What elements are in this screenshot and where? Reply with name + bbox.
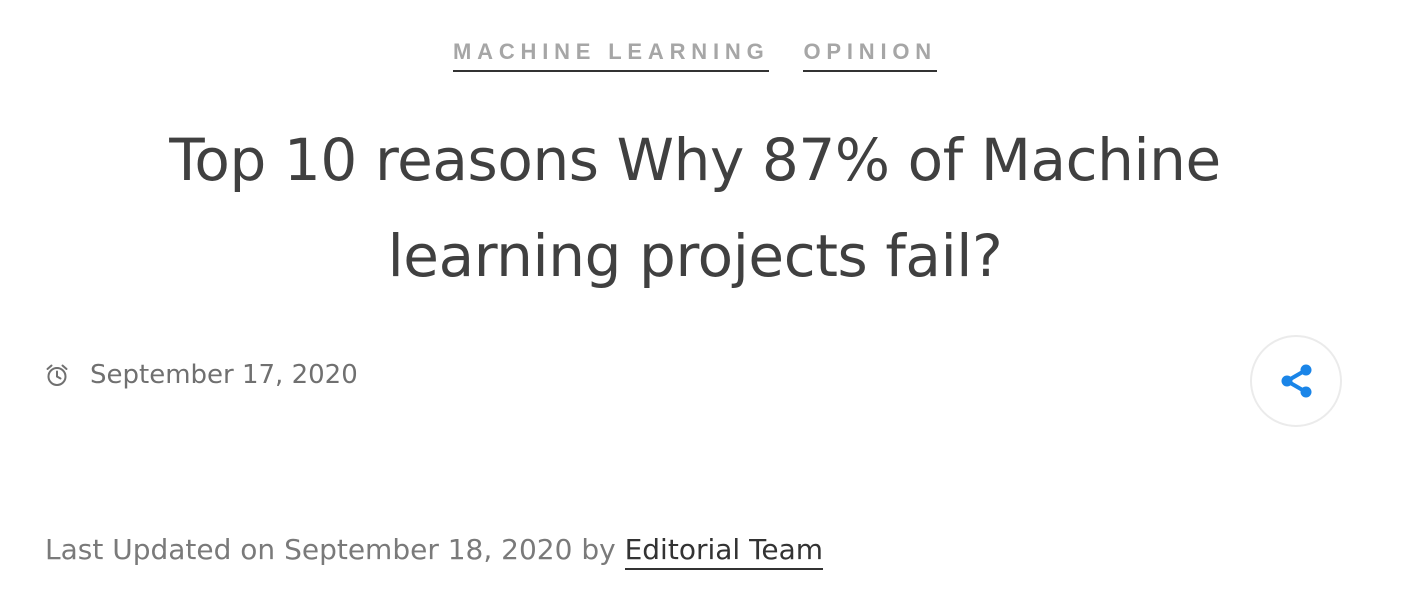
category-link-opinion[interactable]: OPINION (803, 38, 937, 72)
category-tags: MACHINE LEARNING OPINION (0, 38, 1390, 72)
author-link[interactable]: Editorial Team (624, 533, 824, 570)
alarm-clock-icon (44, 362, 70, 388)
article-title: Top 10 reasons Why 87% of Machine learni… (169, 126, 1221, 290)
share-icon (1281, 364, 1312, 398)
publish-date-row: September 17, 2020 (44, 358, 358, 392)
share-button[interactable] (1250, 335, 1342, 427)
publish-date: September 17, 2020 (90, 360, 358, 390)
last-updated-line: Last Updated on September 18, 2020 by Ed… (45, 530, 824, 570)
category-link-machine-learning[interactable]: MACHINE LEARNING (453, 38, 770, 72)
last-updated-text: Last Updated on September 18, 2020 by (45, 533, 616, 566)
